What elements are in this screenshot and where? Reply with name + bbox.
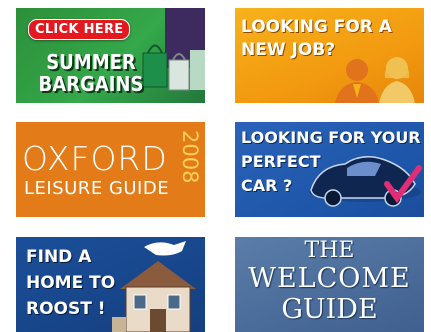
summer-bargains-text: SUMMER BARGAINS [16,51,166,95]
welcome-line1: THE [304,238,355,263]
car-line2: PERFECT [241,152,321,171]
summer-line1: SUMMER [46,50,136,74]
oxford-year: 2008 [178,130,202,184]
summer-line2: BARGAINS [38,72,144,96]
welcome-line2: WELCOME [248,263,411,294]
oxford-subtitle: LEISURE GUIDE [24,178,170,199]
summer-bargains-banner[interactable]: CLICK HERE SUMMER BARGAINS [16,8,205,103]
click-here-badge: CLICK HERE [28,19,131,40]
find-a-home-banner[interactable]: FIND A HOME TO ROOST ! [16,237,205,332]
home-headline: FIND A HOME TO ROOST ! [26,244,115,322]
oxford-leisure-guide-banner[interactable]: OXFORD LEISURE GUIDE 2008 [16,122,205,217]
job-line2: NEW JOB? [241,40,336,60]
home-line1: FIND A [26,247,92,267]
welcome-guide-banner[interactable]: THE WELCOME GUIDE [235,237,424,332]
perfect-car-banner[interactable]: LOOKING FOR YOUR PERFECT CAR ? [235,122,424,217]
car-line3: CAR ? [241,176,293,195]
car-headline: LOOKING FOR YOUR PERFECT CAR ? [241,126,421,198]
welcome-line3: GUIDE [281,294,378,325]
car-line1: LOOKING FOR YOUR [241,128,421,147]
job-headline: LOOKING FOR A NEW JOB? [241,16,392,62]
new-job-banner[interactable]: LOOKING FOR A NEW JOB? [235,8,424,103]
oxford-title: OXFORD [22,139,168,178]
job-line1: LOOKING FOR A [241,17,392,37]
home-line2: HOME TO [26,273,116,293]
home-line3: ROOST ! [26,299,106,319]
welcome-guide-title: THE WELCOME GUIDE [235,238,424,325]
